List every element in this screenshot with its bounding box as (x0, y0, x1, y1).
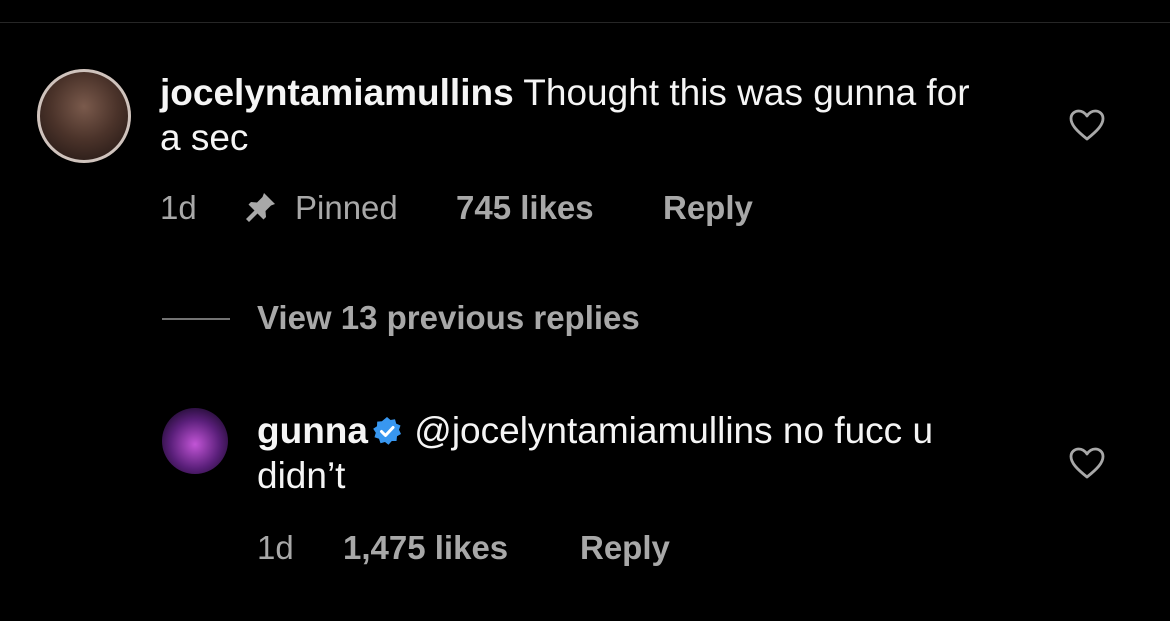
view-previous-replies-button[interactable]: View 13 previous replies (257, 298, 640, 338)
reply-time: 1d (257, 529, 294, 566)
commenter-avatar[interactable] (37, 69, 131, 163)
pin-icon (246, 193, 275, 222)
replies-divider-line (162, 318, 230, 320)
heart-icon[interactable] (1069, 447, 1105, 479)
verified-badge-icon (373, 417, 401, 445)
comment-username[interactable]: jocelyntamiamullins (160, 72, 514, 113)
reply-button[interactable]: Reply (663, 188, 753, 228)
comment-body: jocelyntamiamullins Thought this was gun… (160, 70, 980, 160)
comment-time: 1d (160, 189, 197, 226)
likes-count[interactable]: 1,475 likes (343, 528, 508, 568)
top-divider (0, 22, 1170, 23)
reply-button[interactable]: Reply (580, 528, 670, 568)
likes-count[interactable]: 745 likes (456, 188, 594, 228)
reply-username[interactable]: gunna (257, 410, 368, 451)
reply-avatar[interactable] (162, 408, 228, 474)
heart-icon[interactable] (1069, 109, 1105, 141)
reply-body: gunna @jocelyntamiamullins no fucc u did… (257, 408, 977, 498)
pinned-label: Pinned (295, 189, 398, 226)
